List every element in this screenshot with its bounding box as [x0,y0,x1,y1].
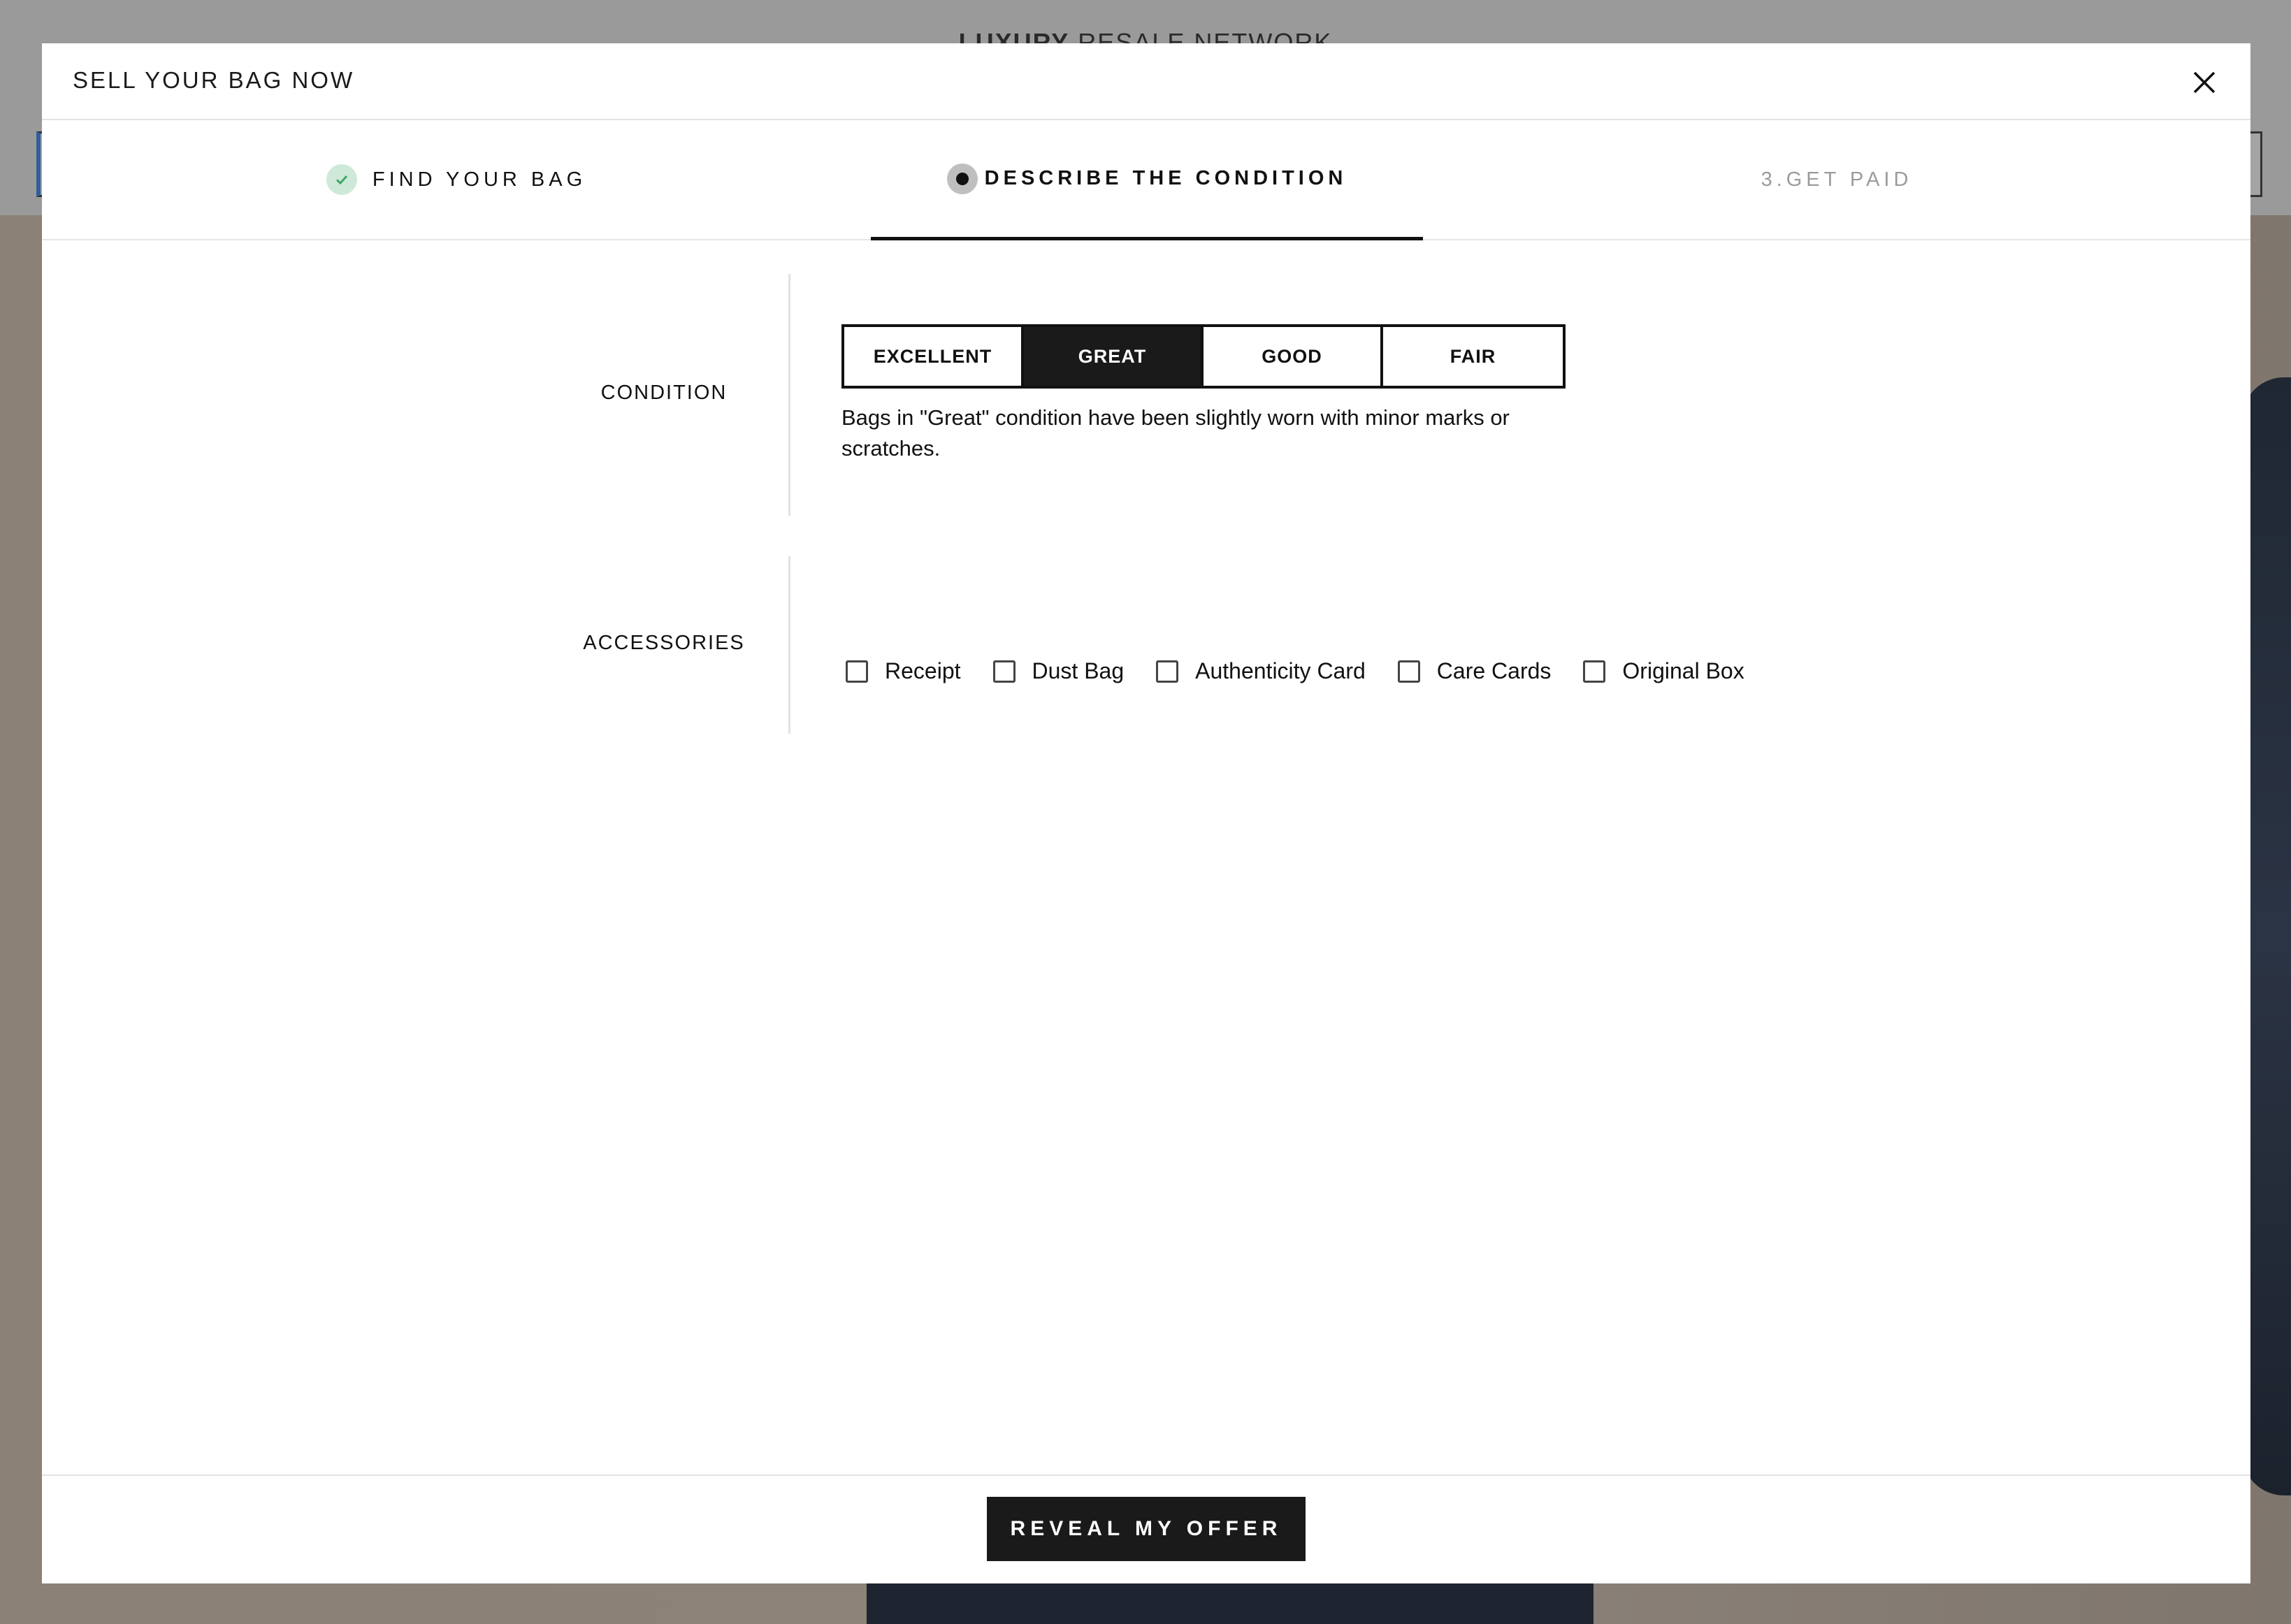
step-label: DESCRIBE THE CONDITION [984,167,1347,189]
accessory-label: Original Box [1622,658,1744,683]
check-icon [326,164,357,195]
step-describe-condition[interactable]: DESCRIBE THE CONDITION [871,120,1423,240]
condition-good-button[interactable]: GOOD [1204,327,1383,386]
background-image-bottom [867,1582,1593,1624]
condition-great-button[interactable]: GREAT [1024,327,1204,386]
accessory-receipt[interactable]: Receipt [846,658,961,684]
accessory-original-box[interactable]: Original Box [1583,658,1744,684]
close-icon [2193,71,2216,94]
condition-excellent-button[interactable]: EXCELLENT [844,327,1024,386]
modal-footer: REVEAL MY OFFER [42,1474,2250,1583]
accessory-label: Authenticity Card [1195,658,1366,683]
condition-divider [788,274,790,516]
current-step-dot-icon [946,163,978,194]
accessory-care-cards[interactable]: Care Cards [1397,658,1552,684]
accessory-checkbox[interactable] [1156,660,1179,683]
accessory-label: Dust Bag [1032,658,1125,683]
accessory-checkbox[interactable] [1397,660,1420,683]
condition-fair-button[interactable]: FAIR [1383,327,1563,386]
close-button[interactable] [2185,63,2224,102]
sell-bag-modal: SELL YOUR BAG NOW FIND YOUR BAG DESCRIBE… [42,43,2250,1583]
step-tabs: FIND YOUR BAG DESCRIBE THE CONDITION 3.G… [42,120,2250,240]
modal-title: SELL YOUR BAG NOW [73,67,355,93]
step-label: 3.GET PAID [1761,168,1913,191]
accessory-checkbox[interactable] [992,660,1016,683]
accessories-divider [788,556,790,734]
accessory-label: Care Cards [1436,658,1552,683]
step-label: FIND YOUR BAG [372,168,587,191]
accessory-authenticity-card[interactable]: Authenticity Card [1156,658,1366,684]
accessory-dust-bag[interactable]: Dust Bag [992,658,1125,684]
accessory-checkbox[interactable] [1583,660,1606,683]
step-get-paid[interactable]: 3.GET PAID [1423,120,2250,239]
step-find-your-bag[interactable]: FIND YOUR BAG [42,120,871,239]
condition-selector: EXCELLENT GREAT GOOD FAIR [841,324,1566,389]
modal-header: SELL YOUR BAG NOW [42,43,2250,120]
accessories-label: ACCESSORIES [583,632,745,654]
accessory-label: Receipt [885,658,961,683]
accessories-list: Receipt Dust Bag Authenticity Card Care … [846,658,1777,684]
condition-description: Bags in "Great" condition have been slig… [841,405,1510,461]
reveal-my-offer-button[interactable]: REVEAL MY OFFER [987,1497,1306,1561]
accessory-checkbox[interactable] [846,660,868,683]
